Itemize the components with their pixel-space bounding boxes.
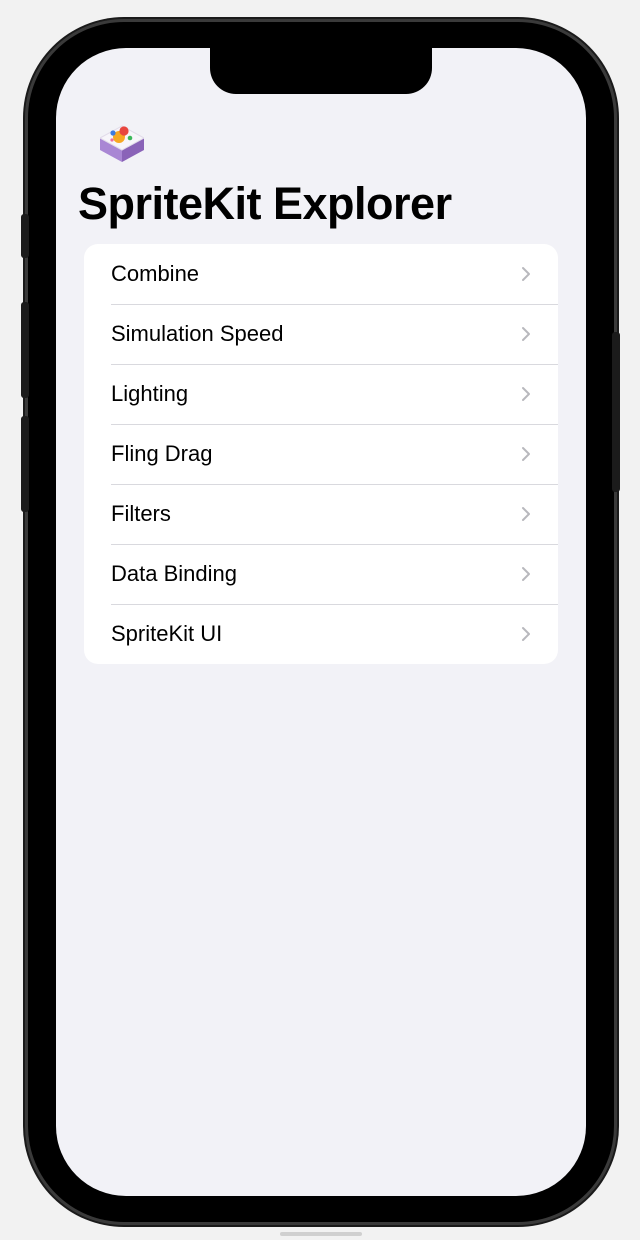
chevron-right-icon: [522, 327, 530, 341]
power-button: [612, 332, 620, 492]
chevron-right-icon: [522, 507, 530, 521]
menu-list: Combine Simulation Speed Lighting Fling …: [84, 244, 558, 664]
list-item-label: SpriteKit UI: [111, 621, 223, 646]
chevron-right-icon: [522, 387, 530, 401]
list-item-label: Combine: [111, 261, 200, 286]
page-title: SpriteKit Explorer: [78, 178, 452, 229]
list-item-label: Simulation Speed: [111, 321, 284, 346]
chevron-right-icon: [522, 567, 530, 581]
home-indicator: [280, 1232, 362, 1236]
list-item-lighting[interactable]: Lighting: [84, 364, 558, 424]
list-item-combine[interactable]: Combine: [84, 244, 558, 304]
volume-down-button: [21, 416, 29, 512]
list-item-spritekit-ui[interactable]: SpriteKit UI: [84, 604, 558, 664]
chevron-right-icon: [522, 267, 530, 281]
volume-up-button: [21, 302, 29, 398]
chevron-right-icon: [522, 627, 530, 641]
list-item-label: Filters: [111, 501, 171, 526]
list-item-label: Fling Drag: [111, 441, 213, 466]
notch: [210, 48, 432, 94]
list-item-label: Data Binding: [111, 561, 237, 586]
silent-switch: [21, 214, 29, 258]
list-item-data-binding[interactable]: Data Binding: [84, 544, 558, 604]
chevron-right-icon: [522, 447, 530, 461]
spritekit-app-icon: [100, 125, 144, 162]
app-screen: SpriteKit Explorer Combine Simulation Sp…: [56, 48, 586, 1196]
list-item-simulation-speed[interactable]: Simulation Speed: [84, 304, 558, 364]
list-item-label: Lighting: [111, 381, 189, 406]
list-item-filters[interactable]: Filters: [84, 484, 558, 544]
list-item-fling-drag[interactable]: Fling Drag: [84, 424, 558, 484]
